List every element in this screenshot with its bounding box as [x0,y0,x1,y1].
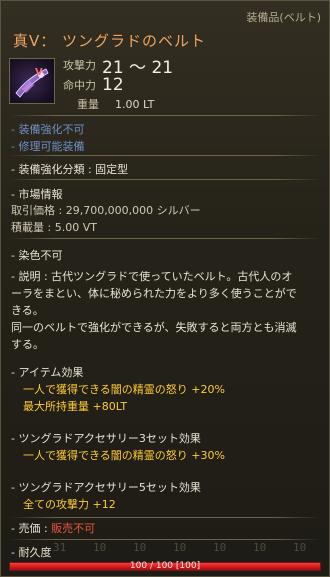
description-line: する。 [11,338,44,351]
repair-flag: - 修理可能装備 [11,140,85,153]
item-title: 真V： ツングラドのベルト [13,32,207,50]
item-icon-slot: V [9,58,55,104]
divider [9,517,321,518]
description-line: ーラをまとい、体に秘められた力をより多く使うことがで [11,287,297,300]
sell-price: - 売価 : 販売不可 [11,520,95,536]
description-line: きる。 [11,304,44,317]
divider [9,115,321,116]
stat-label: 重量 [77,98,99,111]
stat-value: 21 ～ 21 [102,57,174,78]
background-slot-count: 31 [53,541,67,554]
background-slot-count: 10 [253,541,267,554]
divider [9,238,321,239]
stat-value: 12 [102,75,124,95]
background-slot-count: 10 [173,541,187,554]
divider [9,179,321,180]
divider [9,155,321,156]
trade-price: 取引価格 : 29,700,000,000 シルバー [11,204,201,217]
item-effect-header: - アイテム効果 [11,366,84,379]
capacity: 積載量 : 5.00 VT [11,221,97,234]
background-slot-count: 10 [133,541,147,554]
background-slot-count: 10 [213,541,227,554]
sell-value: 販売不可 [51,522,96,535]
set3-effect-line: 一人で獲得できる闇の精霊の怒り +30% [23,449,225,462]
background-slot-count: 10 [293,541,307,554]
dye-status: - 染色不可 [11,249,63,262]
item-tooltip: 31 10 10 10 10 10 10 装備品(ベルト) 真V： ツングラドの… [0,0,330,577]
belt-icon: V [15,67,49,98]
stat-accuracy: 命中力 12 [63,75,124,95]
stat-value: 1.00 LT [115,97,155,111]
sell-label: - 売価 : [11,522,52,535]
item-effect-line: 一人で獲得できる闇の精霊の怒り +20% [23,383,225,396]
svg-text:V: V [35,67,43,78]
set5-effect-line: 全ての攻撃力 +12 [23,498,116,511]
description-line: - 説明 : 古代ツングラドで使っていたベルト。古代人のオ [11,270,293,283]
divider [9,539,321,540]
stat-attack: 攻撃力 21 ～ 21 [63,55,174,78]
set3-header: - ツングラドアクセサリー3セット効果 [11,432,201,445]
durability-label: - 耐久度 [11,546,52,559]
enhance-type: - 装備強化分類 : 固定型 [11,163,129,176]
durability-text: 100 / 100 [100] [129,561,201,571]
item-effect-line: 最大所持重量 +80LT [23,400,128,413]
description-line: 同一のベルトで強化ができるが、失敗すると両方とも消滅 [11,321,297,334]
background-slot-count: 10 [93,541,107,554]
market-header: - 市場情報 [11,188,63,201]
stat-weight: 重量 1.00 LT [63,94,154,114]
stat-label: 攻撃力 [63,59,96,72]
item-category: 装備品(ベルト) [246,11,321,24]
stat-label: 命中力 [63,79,96,92]
enhance-flag: - 装備強化不可 [11,123,85,136]
set5-header: - ツングラドアクセサリー5セット効果 [11,481,201,494]
